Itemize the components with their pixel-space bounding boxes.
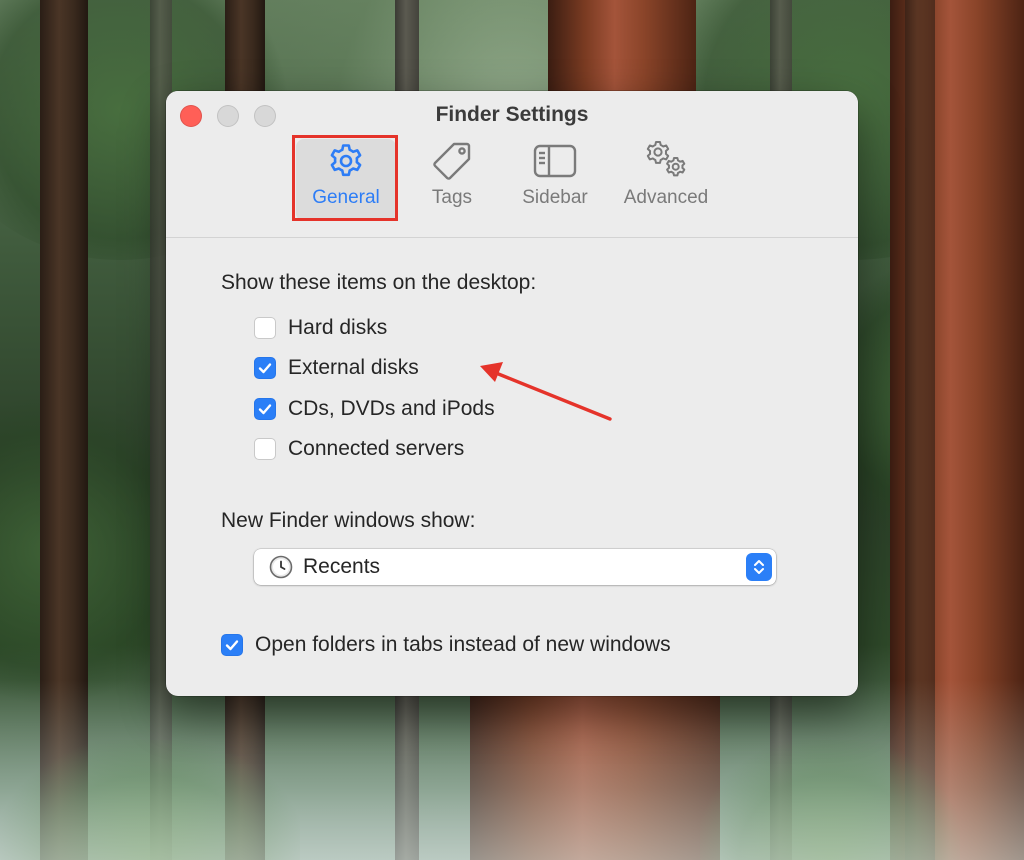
open-in-tabs-checkbox[interactable] (221, 634, 243, 656)
desktop-items-heading: Show these items on the desktop: (221, 271, 537, 294)
general-tab-highlight (292, 135, 398, 221)
new-windows-popup[interactable]: Recents (254, 549, 776, 585)
tab-advanced[interactable]: Advanced (612, 139, 720, 221)
chevron-updown-icon[interactable] (746, 553, 772, 581)
tab-advanced-label: Advanced (623, 187, 709, 208)
new-windows-heading: New Finder windows show: (221, 509, 476, 532)
window-toolbar: Finder Settings General Tags Sidebar Adv… (166, 91, 858, 238)
clock-icon (269, 555, 293, 579)
tab-sidebar[interactable]: Sidebar (510, 139, 600, 221)
connected-servers-checkbox[interactable] (254, 438, 276, 460)
gears-icon (639, 139, 693, 183)
tab-tags[interactable]: Tags (410, 139, 494, 221)
tag-icon (430, 139, 474, 183)
hard-disks-checkbox[interactable] (254, 317, 276, 339)
cds-dvds-ipods-option[interactable]: CDs, DVDs and iPods (254, 397, 495, 421)
finder-settings-window: Finder Settings General Tags Sidebar Adv… (166, 91, 858, 696)
external-disks-option[interactable]: External disks (254, 356, 419, 380)
external-disks-label: External disks (288, 356, 419, 379)
cds-dvds-ipods-label: CDs, DVDs and iPods (288, 397, 495, 420)
connected-servers-option[interactable]: Connected servers (254, 437, 464, 461)
new-windows-value: Recents (303, 555, 381, 578)
open-in-tabs-label: Open folders in tabs instead of new wind… (255, 633, 671, 656)
hard-disks-label: Hard disks (288, 316, 388, 339)
tab-sidebar-label: Sidebar (522, 187, 588, 208)
window-title: Finder Settings (435, 103, 589, 126)
tab-tags-label: Tags (431, 187, 473, 208)
external-disks-checkbox[interactable] (254, 357, 276, 379)
checkmark-icon (258, 404, 272, 415)
cds-dvds-ipods-checkbox[interactable] (254, 398, 276, 420)
sidebar-icon (533, 139, 577, 183)
connected-servers-label: Connected servers (288, 437, 465, 460)
checkmark-icon (258, 363, 272, 374)
hard-disks-option[interactable]: Hard disks (254, 316, 387, 340)
open-in-tabs-option[interactable]: Open folders in tabs instead of new wind… (221, 633, 671, 657)
checkmark-icon (225, 640, 239, 651)
